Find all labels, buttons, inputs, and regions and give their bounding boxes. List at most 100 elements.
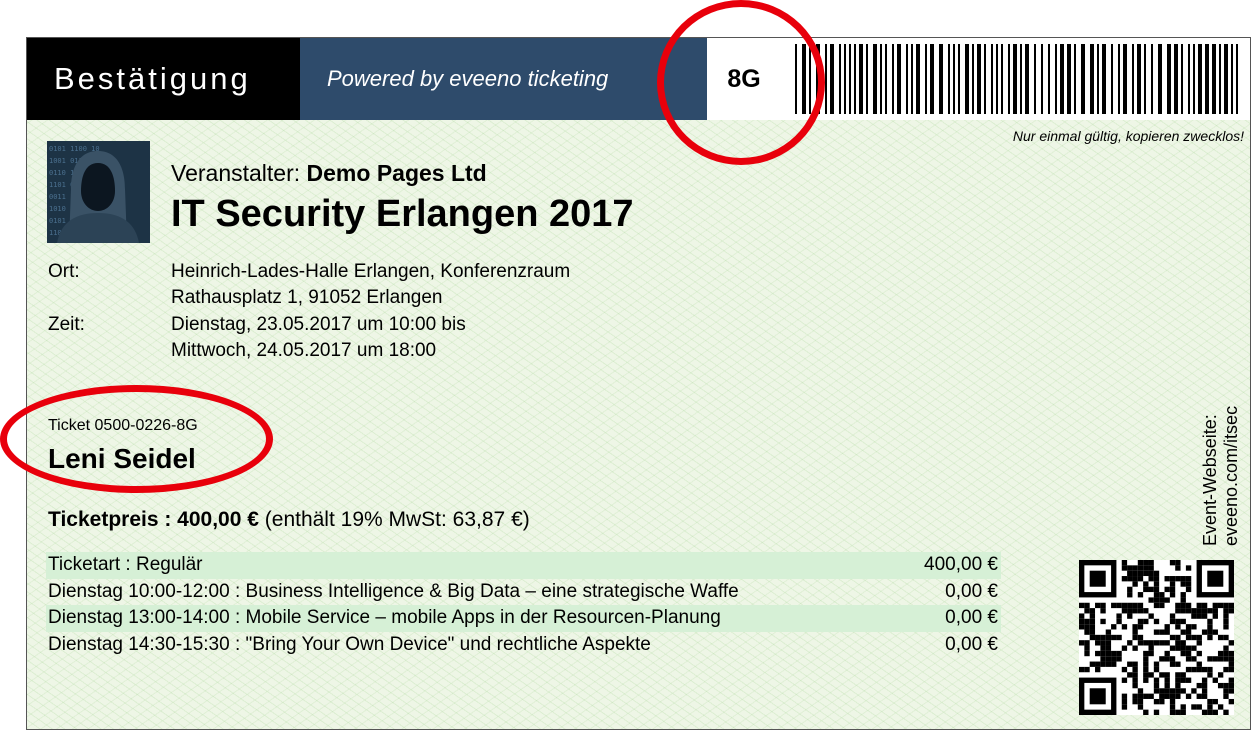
qr-module xyxy=(1169,586,1176,593)
barcode-bar xyxy=(953,44,955,114)
qr-module xyxy=(1185,693,1192,699)
qr-module xyxy=(1132,570,1138,577)
qr-module xyxy=(1127,613,1133,619)
qr-module xyxy=(1228,682,1234,689)
qr-module xyxy=(1116,613,1122,619)
qr-module xyxy=(1223,613,1229,619)
qr-module xyxy=(1132,677,1138,683)
qr-module xyxy=(1164,586,1170,593)
qr-module xyxy=(1196,704,1202,710)
qr-module xyxy=(1100,656,1106,662)
qr-module xyxy=(1137,698,1144,705)
qr-module xyxy=(1132,645,1138,651)
qr-module xyxy=(1148,570,1154,577)
qr-module xyxy=(1137,688,1144,694)
qr-module xyxy=(1175,677,1181,683)
qr-module xyxy=(1223,693,1229,699)
qr-module xyxy=(1191,656,1197,662)
qr-module xyxy=(1169,592,1176,598)
qr-module xyxy=(1180,645,1186,651)
qr-module xyxy=(1223,602,1229,609)
ticket-header: Bestätigung Powered by eveeno ticketing … xyxy=(27,38,1250,120)
barcode-bar xyxy=(844,44,846,114)
qr-module xyxy=(1169,709,1176,715)
barcode-bar xyxy=(1193,44,1195,114)
qr-module xyxy=(1180,608,1186,614)
qr-module xyxy=(1223,666,1229,673)
qr-module xyxy=(1185,602,1192,609)
qr-module xyxy=(1169,613,1176,619)
qr-module xyxy=(1137,565,1144,571)
qr-module xyxy=(1191,688,1197,694)
barcode-bar xyxy=(930,44,934,114)
qr-module xyxy=(1185,576,1192,582)
barcode-bar xyxy=(1181,44,1183,114)
qr-module xyxy=(1164,640,1170,646)
barcode-graphic xyxy=(795,44,1238,114)
qr-module xyxy=(1180,672,1186,678)
qr-module xyxy=(1175,576,1181,582)
qr-module xyxy=(1201,677,1208,683)
qr-module xyxy=(1185,586,1192,593)
qr-module xyxy=(1089,661,1096,667)
qr-module xyxy=(1212,677,1218,683)
qr-module xyxy=(1148,597,1154,603)
barcode-bar xyxy=(1123,44,1127,114)
qr-module xyxy=(1201,693,1208,699)
qr-module xyxy=(1105,661,1112,667)
barcode-bar xyxy=(825,44,827,114)
qr-module xyxy=(1132,576,1138,582)
barcode-bar xyxy=(897,44,901,114)
qr-module xyxy=(1095,640,1101,646)
qr-module xyxy=(1223,645,1229,651)
qr-module xyxy=(1207,709,1213,715)
qr-module xyxy=(1137,618,1144,625)
hooded-hacker-image: 0101 1100 10 1001 0110 01 0110 1011 11 1… xyxy=(47,141,150,243)
barcode-bar xyxy=(866,44,868,114)
qr-module xyxy=(1228,677,1234,683)
qr-module xyxy=(1143,565,1149,571)
qr-module xyxy=(1143,666,1149,673)
qr-module xyxy=(1196,693,1202,699)
qr-module xyxy=(1169,656,1176,662)
qr-module xyxy=(1169,618,1176,625)
list-item: Ticketart : Regulär 400,00 € xyxy=(46,552,1001,579)
qr-module xyxy=(1137,570,1144,577)
qr-module xyxy=(1180,576,1186,582)
qr-module xyxy=(1175,645,1181,651)
qr-module xyxy=(1143,608,1149,614)
qr-module xyxy=(1207,618,1213,625)
qr-module xyxy=(1079,666,1085,673)
barcode-bar xyxy=(1167,44,1171,114)
barcode-bar xyxy=(1111,44,1113,114)
barcode-bar xyxy=(1041,44,1043,114)
qr-module xyxy=(1132,666,1138,673)
qr-module xyxy=(1191,613,1197,619)
barcode-bar xyxy=(1008,44,1010,114)
qr-module xyxy=(1169,560,1176,566)
barcode-bar xyxy=(1132,44,1134,114)
qr-module xyxy=(1159,656,1165,662)
qr-module xyxy=(1153,640,1160,646)
location-label: Ort: xyxy=(48,261,80,282)
qr-module xyxy=(1191,645,1197,651)
qr-module xyxy=(1153,581,1160,587)
qr-module xyxy=(1207,672,1213,678)
qr-module xyxy=(1089,570,1106,587)
barcode-bar xyxy=(1158,44,1162,114)
qr-module xyxy=(1196,650,1202,657)
qr-module xyxy=(1212,656,1218,662)
barcode-bar xyxy=(1097,44,1099,114)
qr-module xyxy=(1079,640,1085,646)
qr-module xyxy=(1191,704,1197,710)
qr-module xyxy=(1217,682,1224,689)
qr-module xyxy=(1223,624,1229,630)
item-amount: 400,00 € xyxy=(924,554,998,575)
qr-module xyxy=(1153,666,1160,673)
qr-module xyxy=(1223,709,1229,715)
qr-module xyxy=(1116,602,1122,609)
qr-module xyxy=(1153,688,1160,694)
barcode-bar xyxy=(1013,44,1017,114)
qr-module xyxy=(1148,672,1154,678)
qr-module xyxy=(1105,656,1112,662)
